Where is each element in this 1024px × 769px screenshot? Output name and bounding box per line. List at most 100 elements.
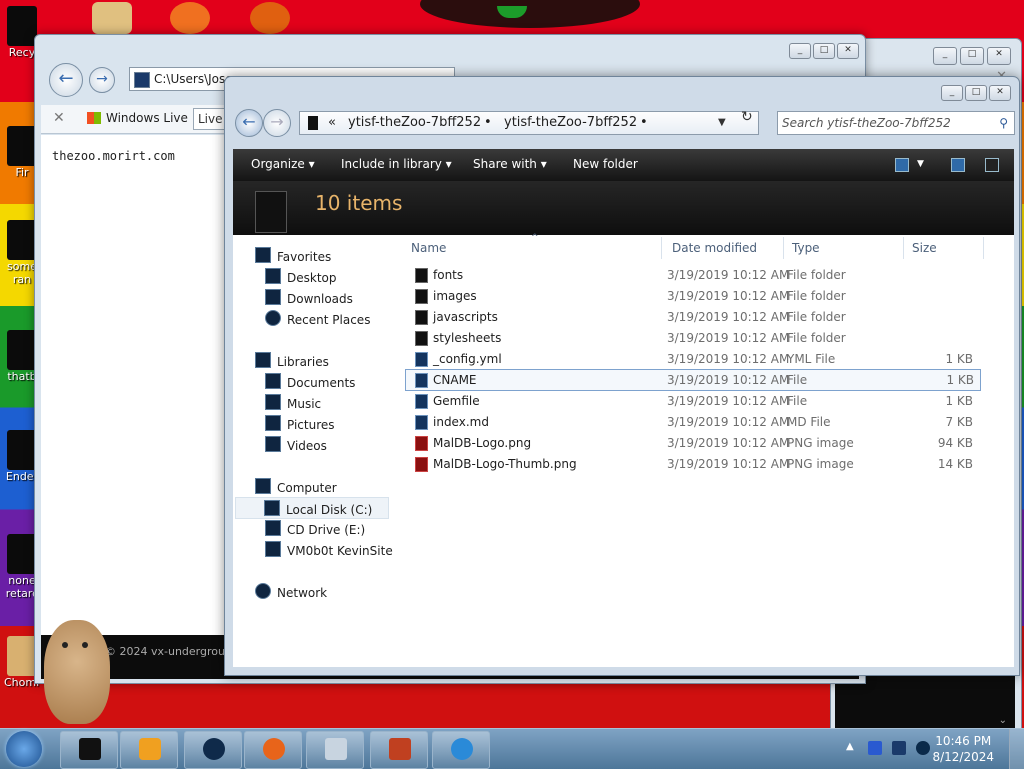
refresh-icon[interactable]: ↻ — [741, 109, 753, 125]
chevron-down-icon[interactable]: ⌄ — [999, 715, 1007, 726]
nav-documents[interactable]: Documents — [265, 373, 355, 390]
nav-downloads[interactable]: Downloads — [265, 289, 353, 306]
file-date: 3/19/2019 10:12 AM — [667, 457, 790, 471]
nav-label: Pictures — [287, 418, 335, 432]
table-row[interactable]: index.md 3/19/2019 10:12 AM MD File 7 KB — [405, 412, 979, 432]
breadcrumb-separator[interactable]: • — [484, 112, 492, 134]
nav-network[interactable]: Network — [255, 583, 327, 600]
search-input[interactable]: Search ytisf-theZoo-7bff252 ⚲ — [777, 111, 1015, 135]
new-folder-button[interactable]: New folder — [573, 157, 638, 171]
minimize-button[interactable]: _ — [789, 43, 811, 59]
page-text: thezoo.morirt.com — [52, 149, 175, 163]
volume-icon[interactable] — [916, 741, 930, 755]
desktop-icon-app[interactable] — [170, 2, 210, 34]
breadcrumb-overflow[interactable]: « — [328, 112, 336, 134]
taskbar-button-firefox[interactable] — [244, 731, 302, 769]
column-divider[interactable] — [783, 237, 784, 259]
minimize-button[interactable]: _ — [933, 47, 957, 65]
chevron-down-icon[interactable]: ▼ — [917, 159, 924, 169]
taskbar-button-media-player[interactable] — [120, 731, 178, 769]
table-row[interactable]: Gemfile 3/19/2019 10:12 AM File 1 KB — [405, 391, 979, 411]
column-divider[interactable] — [983, 237, 984, 259]
breadcrumb[interactable]: « ytisf-theZoo-7bff252 • ytisf-theZoo-7b… — [299, 111, 759, 135]
show-hidden-icons-icon[interactable]: ▲ — [846, 741, 854, 752]
eye — [82, 642, 88, 648]
close-button[interactable]: ✕ — [837, 43, 859, 59]
file-icon — [415, 352, 428, 367]
breadcrumb-separator[interactable]: • — [640, 112, 648, 134]
close-button[interactable]: ✕ — [987, 47, 1011, 65]
nav-libraries[interactable]: Libraries — [255, 352, 329, 369]
table-row[interactable]: fonts 3/19/2019 10:12 AM File folder — [405, 265, 979, 285]
breadcrumb-item[interactable]: ytisf-theZoo-7bff252 — [504, 112, 637, 134]
folder-icon — [415, 289, 428, 304]
column-header-type[interactable]: Type — [792, 241, 820, 255]
chevron-down-icon[interactable]: ▼ — [718, 112, 726, 134]
nav-favorites[interactable]: Favorites — [255, 247, 331, 264]
share-with-button[interactable]: Share with ▾ — [473, 157, 547, 171]
nav-network-drive[interactable]: VM0b0t KevinSite — [265, 541, 393, 558]
back-button[interactable]: ← — [235, 109, 263, 137]
clock[interactable]: 10:46 PM 8/12/2024 — [932, 733, 994, 765]
favorite-windows-live[interactable]: Windows Live — [87, 111, 188, 125]
search-icon[interactable]: ⚲ — [999, 112, 1008, 134]
table-row[interactable]: MalDB-Logo-Thumb.png 3/19/2019 10:12 AM PN… — [405, 454, 979, 474]
nav-computer[interactable]: Computer — [255, 478, 337, 495]
table-row[interactable]: MalDB-Logo.png 3/19/2019 10:12 AM PNG imag… — [405, 433, 979, 453]
breadcrumb-item[interactable]: ytisf-theZoo-7bff252 — [348, 112, 481, 134]
view-icon[interactable] — [895, 158, 909, 172]
nav-recent-places[interactable]: Recent Places — [265, 310, 370, 327]
organize-button[interactable]: Organize ▾ — [251, 157, 315, 171]
close-button[interactable]: ✕ — [989, 85, 1011, 101]
close-icon[interactable]: ✕ — [53, 110, 65, 126]
maximize-button[interactable]: □ — [960, 47, 984, 65]
start-button[interactable] — [6, 731, 42, 767]
help-icon[interactable] — [985, 158, 999, 172]
table-row[interactable]: images 3/19/2019 10:12 AM File folder — [405, 286, 979, 306]
explorer-window[interactable]: _ □ ✕ ← → « ytisf-theZoo-7bff252 • ytisf… — [224, 76, 1020, 676]
column-header-date[interactable]: Date modified — [672, 241, 757, 255]
taskbar-button-mail[interactable] — [306, 731, 364, 769]
forward-button[interactable]: → — [89, 67, 115, 93]
desktop-icon-folder[interactable] — [92, 2, 132, 34]
file-type: File — [787, 373, 808, 387]
column-divider[interactable] — [903, 237, 904, 259]
taskbar-button-app-2[interactable] — [370, 731, 428, 769]
maximize-button[interactable]: □ — [965, 85, 987, 101]
desktop-icon-app-2[interactable] — [250, 2, 290, 34]
column-divider[interactable] — [661, 237, 662, 259]
table-row[interactable]: javascripts 3/19/2019 10:12 AM File folder — [405, 307, 979, 327]
forward-button[interactable]: → — [263, 109, 291, 137]
file-name: stylesheets — [433, 331, 502, 345]
nav-cd-drive[interactable]: CD Drive (E:) — [265, 520, 365, 537]
tray-app-icon[interactable] — [868, 741, 882, 755]
maximize-button[interactable]: □ — [813, 43, 835, 59]
file-type: YML File — [787, 352, 836, 366]
network-status-icon[interactable] — [892, 741, 906, 755]
nav-videos[interactable]: Videos — [265, 436, 327, 453]
back-button[interactable]: ← — [49, 63, 83, 97]
show-desktop-button[interactable] — [1009, 729, 1024, 769]
column-header-name[interactable]: Name — [411, 241, 446, 255]
file-type: File folder — [787, 310, 846, 324]
nav-label: Recent Places — [287, 313, 371, 327]
folder-icon — [415, 268, 428, 283]
taskbar-button-explorer[interactable] — [60, 731, 118, 769]
nav-label: Local Disk (C:) — [286, 503, 373, 517]
column-header-size[interactable]: Size — [912, 241, 937, 255]
file-size: 94 KB — [937, 436, 973, 450]
table-row[interactable]: stylesheets 3/19/2019 10:12 AM File folder — [405, 328, 979, 348]
nav-music[interactable]: Music — [265, 394, 321, 411]
table-row-selected[interactable]: CNAME 3/19/2019 10:12 AM File 1 KB — [405, 369, 981, 391]
minimize-button[interactable]: _ — [941, 85, 963, 101]
taskbar-button-ie[interactable] — [432, 731, 490, 769]
table-row[interactable]: _config.yml 3/19/2019 10:12 AM YML File 1 K… — [405, 349, 979, 369]
taskbar-button-app[interactable] — [184, 731, 242, 769]
search-placeholder: Search ytisf-theZoo-7bff252 — [782, 116, 951, 130]
nav-desktop[interactable]: Desktop — [265, 268, 337, 285]
preview-pane-icon[interactable] — [951, 158, 965, 172]
include-in-library-button[interactable]: Include in library ▾ — [341, 157, 452, 171]
nav-pictures[interactable]: Pictures — [265, 415, 335, 432]
file-date: 3/19/2019 10:12 AM — [667, 268, 790, 282]
nav-local-disk[interactable]: Local Disk (C:) — [235, 497, 389, 519]
